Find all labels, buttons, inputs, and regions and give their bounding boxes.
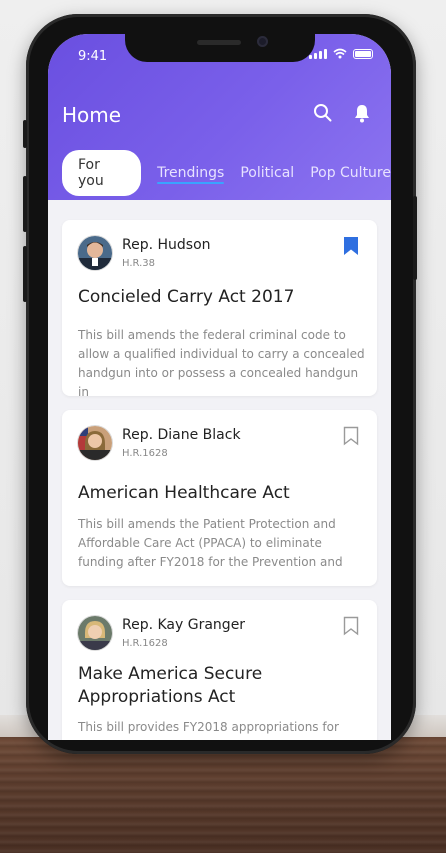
wifi-icon xyxy=(333,48,347,59)
speaker xyxy=(197,40,241,45)
search-icon[interactable] xyxy=(313,103,333,123)
bill-card[interactable]: Rep. Diane Black H.R.1628 American Healt… xyxy=(62,410,377,586)
bell-icon[interactable] xyxy=(353,103,371,123)
bookmark-filled-icon[interactable] xyxy=(343,236,359,256)
wooden-table xyxy=(0,737,446,853)
tab-political[interactable]: Political xyxy=(240,165,294,181)
power-button xyxy=(413,196,417,280)
rep-name: Rep. Diane Black xyxy=(122,427,241,443)
avatar xyxy=(78,236,112,270)
battery-icon xyxy=(353,48,373,59)
mute-switch xyxy=(23,120,27,148)
bookmark-outline-icon[interactable] xyxy=(343,426,359,446)
bill-card[interactable]: Rep. Hudson H.R.38 Concieled Carry Act 2… xyxy=(62,220,377,399)
tab-for-you[interactable]: For you xyxy=(62,150,142,196)
bill-title: American Healthcare Act xyxy=(78,483,290,503)
volume-up-button xyxy=(23,176,27,232)
bill-card[interactable]: Rep. Kay Granger H.R.1628 Make America S… xyxy=(62,600,377,740)
bill-feed: Rep. Hudson H.R.38 Concieled Carry Act 2… xyxy=(48,200,391,740)
bill-title: Make America Secure Appropriations Act xyxy=(78,664,263,707)
category-tabs: For you Trendings Political Pop Culture xyxy=(62,150,391,196)
status-time: 9:41 xyxy=(78,49,108,64)
bill-id: H.R.1628 xyxy=(122,638,168,649)
avatar xyxy=(78,616,112,650)
page-title: Home xyxy=(62,103,122,127)
bill-title: Concieled Carry Act 2017 xyxy=(78,287,295,307)
bill-description: This bill provides FY2018 appropriations… xyxy=(78,720,339,734)
bill-description: This bill amends the federal criminal co… xyxy=(78,328,365,399)
tab-pop-culture[interactable]: Pop Culture xyxy=(310,165,391,181)
bill-id: H.R.38 xyxy=(122,258,156,269)
avatar xyxy=(78,426,112,460)
rep-name: Rep. Hudson xyxy=(122,237,211,253)
volume-down-button xyxy=(23,246,27,302)
front-camera xyxy=(257,36,268,47)
signal-icon xyxy=(309,48,327,59)
rep-name: Rep. Kay Granger xyxy=(122,617,246,633)
notch xyxy=(125,34,315,62)
tab-trendings[interactable]: Trendings xyxy=(157,165,225,184)
app-header: 9:41 Home For you Trendings Political Po… xyxy=(48,34,391,200)
phone-screen: 9:41 Home For you Trendings Political Po… xyxy=(48,34,391,740)
bill-id: H.R.1628 xyxy=(122,448,168,459)
bill-description: This bill amends the Patient Protection … xyxy=(78,517,343,569)
status-icons xyxy=(309,48,373,59)
bookmark-outline-icon[interactable] xyxy=(343,616,359,636)
